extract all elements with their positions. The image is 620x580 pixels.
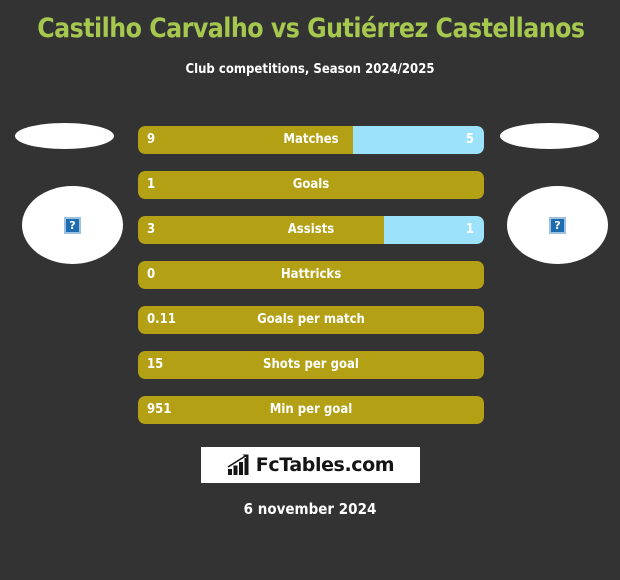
stat-value-home: 0 bbox=[147, 267, 156, 282]
stat-value-away: 1 bbox=[465, 222, 474, 237]
player-photo-away: ? bbox=[507, 186, 608, 264]
player-photo-home: ? bbox=[22, 186, 123, 264]
broken-image-icon: ? bbox=[549, 216, 566, 234]
header: Castilho Carvalho vs Gutiérrez Castellan… bbox=[0, 0, 620, 77]
stat-label: Goals per match bbox=[257, 312, 365, 327]
stat-row: 3 Assists 1 bbox=[138, 216, 484, 244]
fctables-logo-text: FcTables.com bbox=[255, 453, 395, 476]
fctables-logo[interactable]: FcTables.com bbox=[201, 447, 420, 483]
stat-row: 951 Min per goal bbox=[138, 396, 484, 424]
stat-value-home: 3 bbox=[147, 222, 156, 237]
stat-row: 0.11 Goals per match bbox=[138, 306, 484, 334]
stat-value-home: 1 bbox=[147, 177, 156, 192]
stat-label: Goals bbox=[292, 177, 330, 192]
stat-value-away: 5 bbox=[465, 132, 474, 147]
stat-value-home: 9 bbox=[147, 132, 156, 147]
page-subtitle: Club competitions, Season 2024/2025 bbox=[185, 62, 435, 78]
stats-comparison-list: 9 Matches 5 1 Goals 3 Assists 1 0 Hattricks 0.11 Go… bbox=[138, 126, 484, 441]
broken-image-icon: ? bbox=[64, 216, 81, 234]
stat-label: Shots per goal bbox=[263, 357, 359, 372]
stat-label: Hattricks bbox=[280, 267, 342, 282]
player-name-placeholder-home bbox=[15, 123, 114, 149]
stat-row: 0 Hattricks bbox=[138, 261, 484, 289]
bar-chart-growth-icon bbox=[227, 454, 249, 475]
player-panel-home: ? bbox=[6, 118, 136, 278]
stat-row: 15 Shots per goal bbox=[138, 351, 484, 379]
player-panel-away: ? bbox=[486, 118, 616, 278]
stat-label: Matches bbox=[283, 132, 339, 147]
report-date: 6 november 2024 bbox=[243, 500, 377, 518]
stat-label: Assists bbox=[287, 222, 335, 237]
page-title: Castilho Carvalho vs Gutiérrez Castellan… bbox=[37, 13, 585, 44]
broken-image-glyph: ? bbox=[69, 218, 76, 232]
stat-row: 1 Goals bbox=[138, 171, 484, 199]
stat-row: 9 Matches 5 bbox=[138, 126, 484, 154]
broken-image-glyph: ? bbox=[554, 218, 561, 232]
player-name-placeholder-away bbox=[500, 123, 599, 149]
stat-label: Min per goal bbox=[269, 402, 353, 417]
